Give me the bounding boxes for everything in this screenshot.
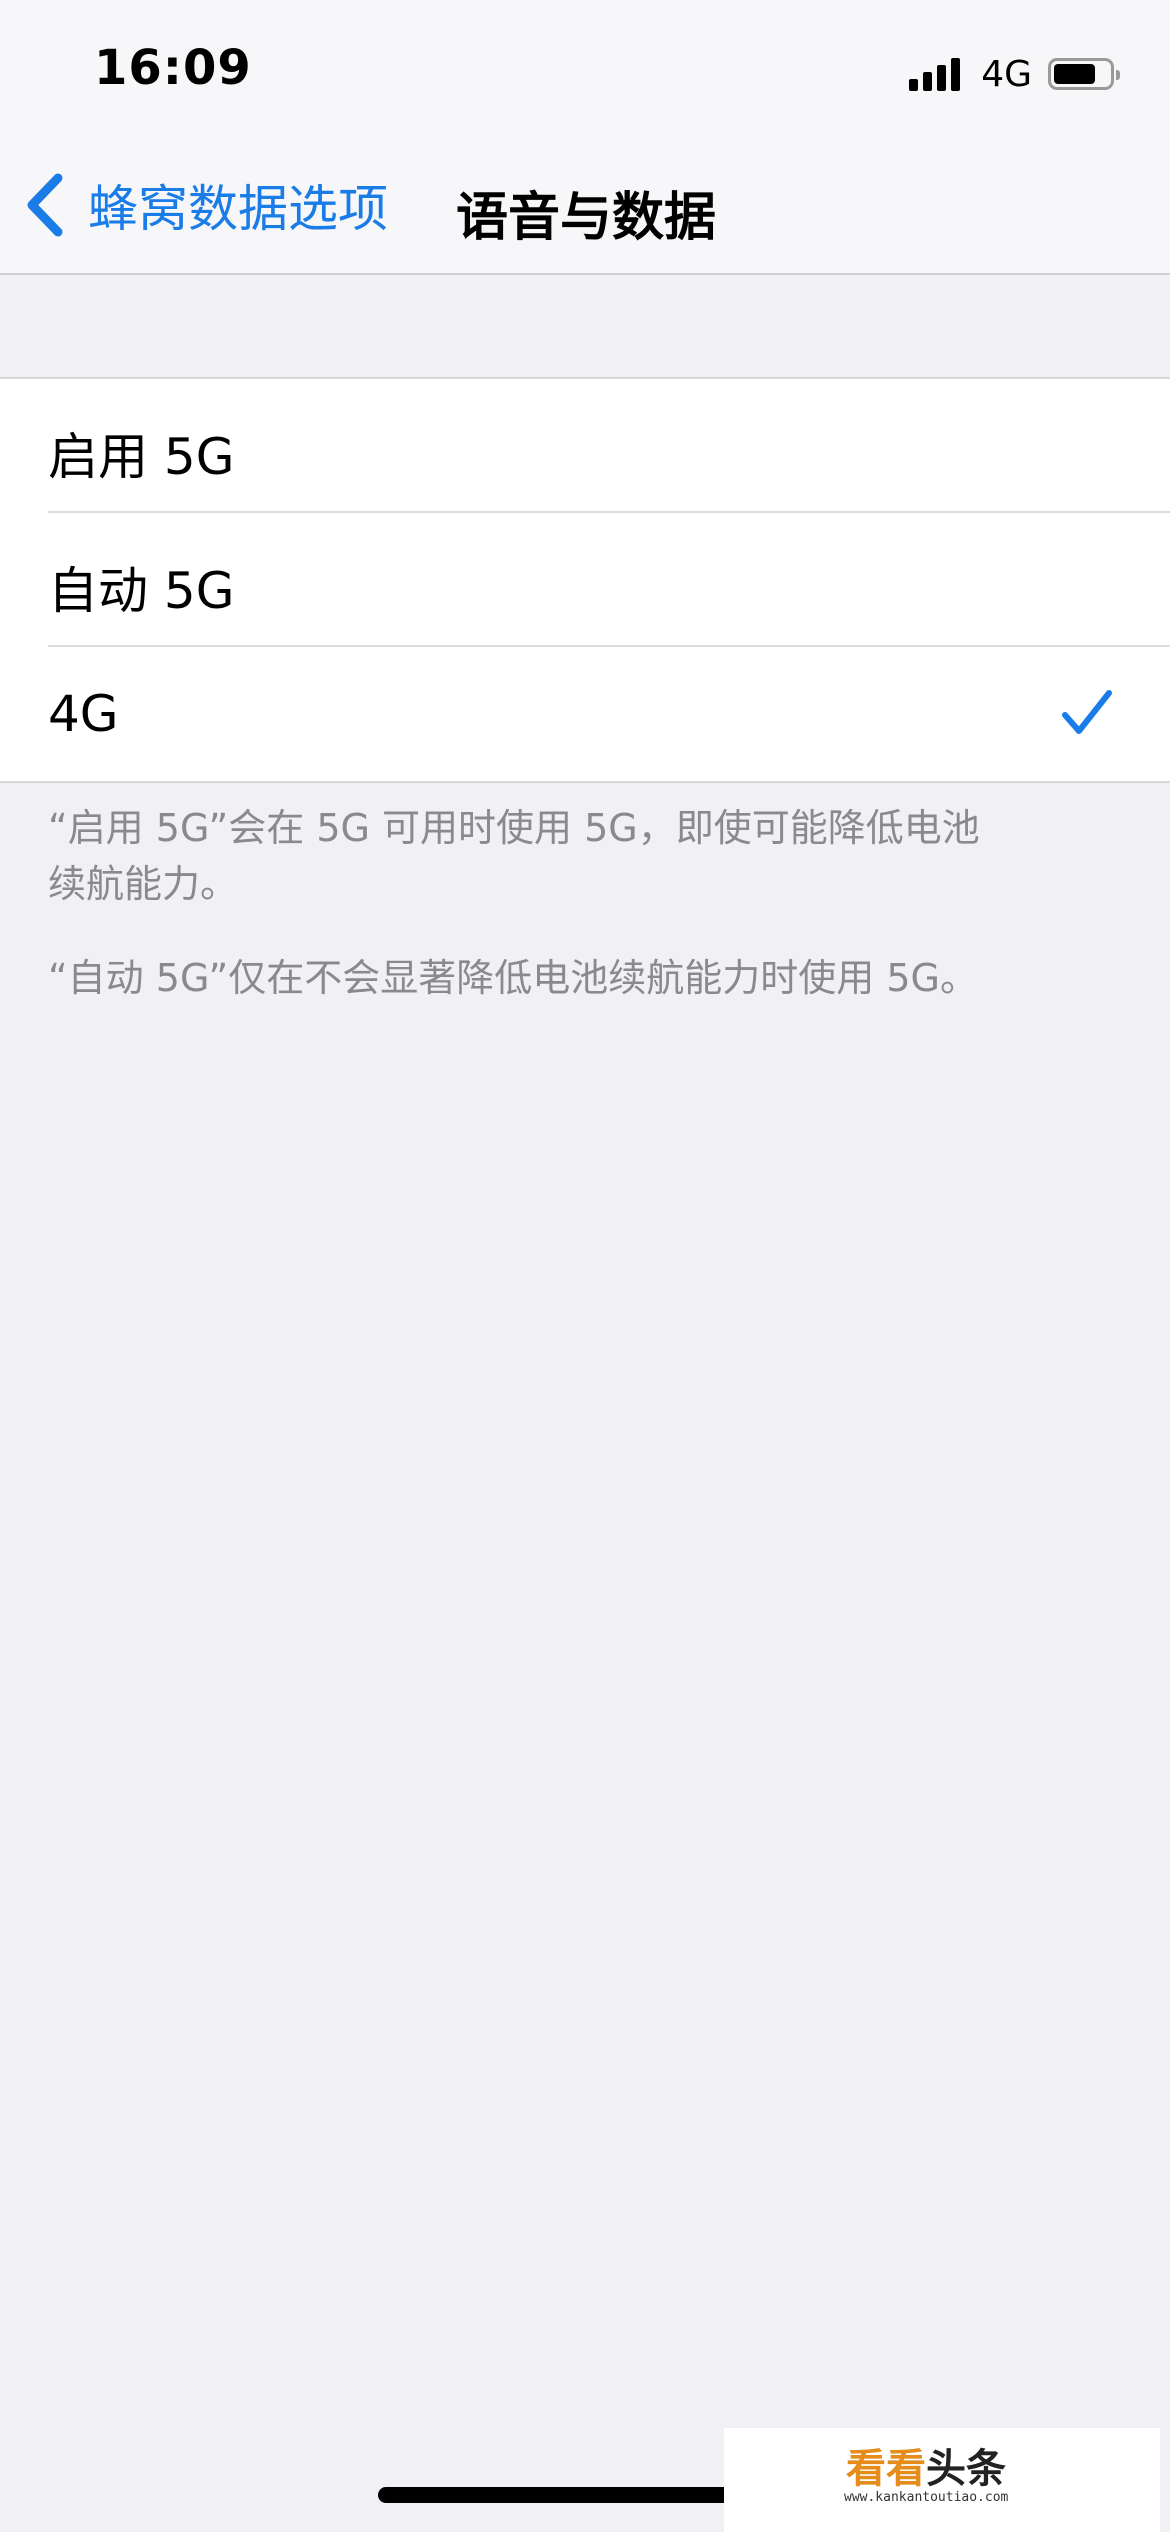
watermark: 看看头条 www.kankantoutiao.com xyxy=(724,2428,1160,2532)
voice-data-options-list: 启用 5G 自动 5G 4G xyxy=(0,377,1170,783)
option-auto-5g[interactable]: 自动 5G xyxy=(0,513,1170,647)
network-type-label: 4G xyxy=(981,53,1032,95)
option-label: 自动 5G xyxy=(48,562,235,620)
watermark-url: www.kankantoutiao.com xyxy=(844,2490,1009,2505)
checkmark-icon xyxy=(1062,690,1112,734)
status-indicators: 4G xyxy=(909,52,1120,96)
status-time: 16:09 xyxy=(94,40,252,96)
watermark-logo-part-1: 看看 xyxy=(846,2446,926,2492)
chevron-left-icon xyxy=(27,173,63,237)
back-button[interactable]: 蜂窝数据选项 xyxy=(20,170,388,240)
battery-icon xyxy=(1048,58,1120,90)
option-label: 4G xyxy=(48,685,119,743)
watermark-logo-part-2: 头条 xyxy=(926,2446,1006,2492)
navigation-bar: 蜂窝数据选项 语音与数据 xyxy=(0,130,1170,275)
footer-notes: “启用 5G”会在 5G 可用时使用 5G，即使可能降低电池 续航能力。 “自动… xyxy=(48,800,1028,1006)
status-bar: 16:09 4G xyxy=(0,0,1170,130)
option-label: 启用 5G xyxy=(48,428,235,486)
back-button-label: 蜂窝数据选项 xyxy=(88,180,388,238)
option-enable-5g[interactable]: 启用 5G xyxy=(0,379,1170,513)
option-4g[interactable]: 4G xyxy=(0,647,1170,781)
footer-note-auto-5g: “自动 5G”仅在不会显著降低电池续航能力时使用 5G。 xyxy=(48,956,978,1000)
watermark-logo: 看看头条 xyxy=(846,2436,1006,2494)
page-title: 语音与数据 xyxy=(456,188,717,248)
signal-icon xyxy=(909,57,965,91)
footer-note-enable-5g: “启用 5G”会在 5G 可用时使用 5G，即使可能降低电池 续航能力。 xyxy=(48,806,980,906)
